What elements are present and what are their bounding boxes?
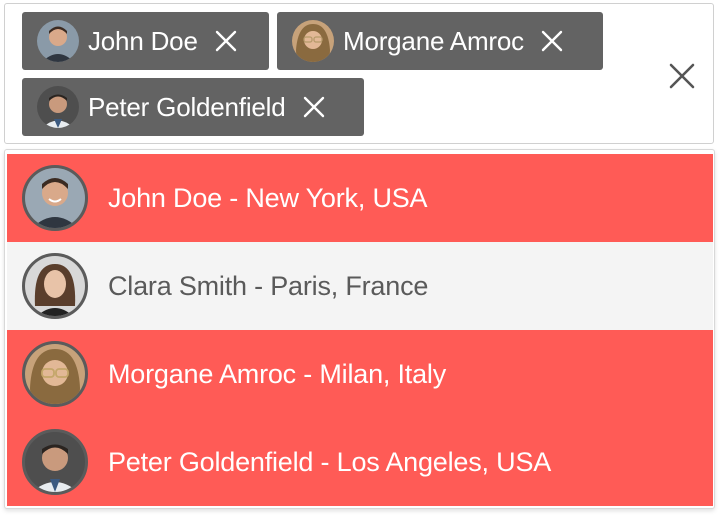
clara-smith-avatar bbox=[22, 253, 88, 319]
option-label: Morgane Amroc - Milan, Italy bbox=[108, 358, 447, 389]
chip-remove-close-icon[interactable] bbox=[540, 29, 564, 53]
option-clara-smith[interactable]: Clara Smith - Paris, France bbox=[7, 242, 713, 330]
chip-peter-goldenfield: Peter Goldenfield bbox=[22, 78, 364, 136]
peter-goldenfield-avatar bbox=[22, 429, 88, 495]
chip-remove-close-icon[interactable] bbox=[302, 95, 326, 119]
option-label: Peter Goldenfield - Los Angeles, USA bbox=[108, 446, 552, 477]
multi-select-control[interactable]: John Doe Morgane Amroc Peter Goldenfield bbox=[4, 3, 714, 144]
morgane-amroc-avatar bbox=[292, 20, 334, 62]
chip-label: Morgane Amroc bbox=[343, 25, 524, 56]
chip-john-doe: John Doe bbox=[22, 12, 269, 70]
peter-goldenfield-avatar bbox=[37, 86, 79, 128]
chip-label: Peter Goldenfield bbox=[88, 91, 286, 122]
chip-label: John Doe bbox=[88, 25, 198, 56]
option-label: John Doe - New York, USA bbox=[108, 182, 428, 213]
morgane-amroc-avatar bbox=[22, 341, 88, 407]
option-label: Clara Smith - Paris, France bbox=[108, 270, 429, 301]
john-doe-avatar bbox=[22, 165, 88, 231]
option-john-doe[interactable]: John Doe - New York, USA bbox=[7, 154, 713, 242]
clear-all-close-icon[interactable] bbox=[667, 61, 697, 91]
options-dropdown: John Doe - New York, USA Clara Smith - P… bbox=[4, 149, 715, 509]
option-peter-goldenfield[interactable]: Peter Goldenfield - Los Angeles, USA bbox=[7, 418, 713, 506]
chip-morgane-amroc: Morgane Amroc bbox=[277, 12, 603, 70]
john-doe-avatar bbox=[37, 20, 79, 62]
chip-remove-close-icon[interactable] bbox=[214, 29, 238, 53]
option-morgane-amroc[interactable]: Morgane Amroc - Milan, Italy bbox=[7, 330, 713, 418]
